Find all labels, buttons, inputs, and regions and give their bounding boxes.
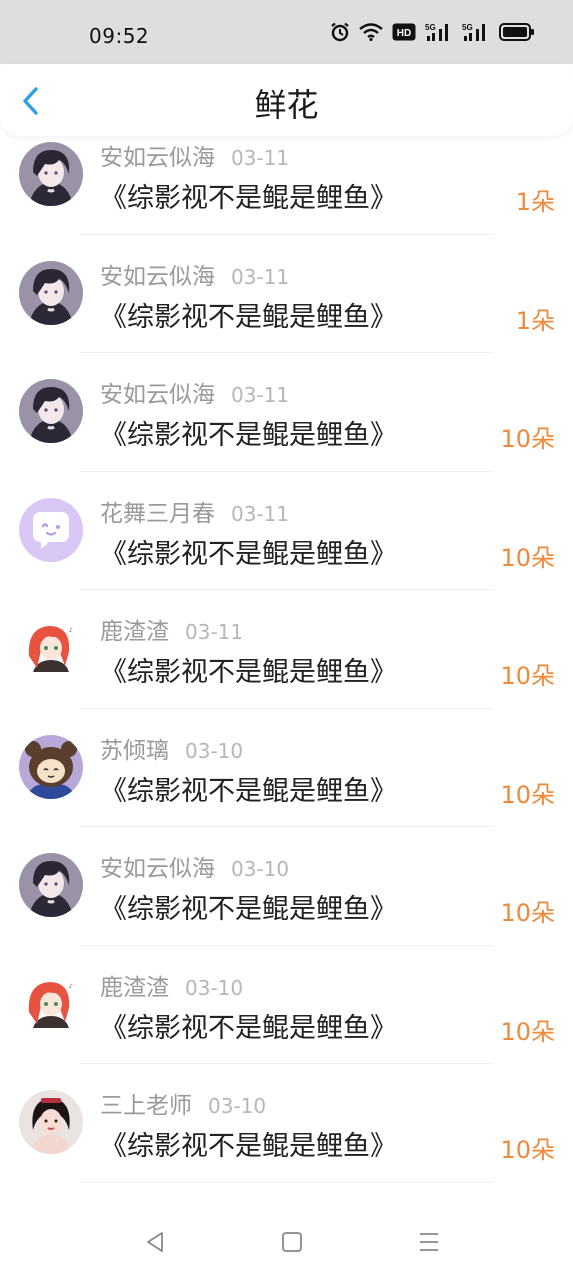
sender-name[interactable]: 鹿渣渣 [100, 612, 169, 646]
book-title[interactable]: 《综影视不是鲲是鲤鱼》 [100, 413, 397, 452]
send-date: 03-11 [231, 383, 290, 407]
list-item[interactable]: ♪ 鹿渣渣 03-10 《综影视不是鲲是鲤鱼》 10朵 [0, 946, 573, 1064]
book-title[interactable]: 《综影视不是鲲是鲤鱼》 [100, 1006, 397, 1045]
send-date: 03-10 [208, 1094, 267, 1118]
sender-line: 安如云似海 03-10 [100, 849, 289, 883]
book-title[interactable]: 《综影视不是鲲是鲤鱼》 [100, 887, 397, 926]
send-date: 03-11 [231, 501, 290, 526]
book-title[interactable]: 《综影视不是鲲是鲤鱼》 [100, 1124, 397, 1163]
sender-line: 鹿渣渣 03-10 [100, 968, 243, 1002]
flower-count: 10朵 [500, 899, 555, 927]
avatar[interactable] [19, 734, 83, 799]
svg-text:5G: 5G [425, 23, 436, 32]
list-item[interactable]: 苏倾璃 03-10 《综影视不是鲲是鲤鱼》 10朵 [0, 709, 573, 827]
list-item[interactable]: 安如云似海 03-10 《综影视不是鲲是鲤鱼》 10朵 [0, 827, 573, 946]
book-title[interactable]: 《综影视不是鲲是鲤鱼》 [100, 295, 397, 334]
list-item[interactable]: 花舞三月春 03-11 《综影视不是鲲是鲤鱼》 10朵 [0, 472, 573, 590]
list-item[interactable]: 安如云似海 03-11 《综影视不是鲲是鲤鱼》 10朵 [0, 353, 573, 472]
sender-line: 安如云似海 03-11 [100, 138, 289, 172]
sender-name[interactable]: 安如云似海 [100, 375, 215, 409]
battery-icon [499, 23, 534, 41]
avatar[interactable] [19, 853, 83, 917]
system-nav-bar [0, 1201, 573, 1280]
flower-count: 10朵 [500, 1017, 555, 1046]
sender-line: 安如云似海 03-11 [100, 375, 289, 409]
book-title[interactable]: 《综影视不是鲲是鲤鱼》 [100, 769, 397, 808]
avatar[interactable] [19, 142, 83, 206]
wifi-icon [359, 23, 383, 41]
send-date: 03-11 [231, 146, 290, 170]
sender-name[interactable]: 苏倾璃 [100, 731, 169, 765]
divider [80, 1181, 493, 1183]
sender-line: 花舞三月春 03-11 [100, 494, 289, 528]
sender-name[interactable]: 鹿渣渣 [100, 968, 169, 1002]
list-item[interactable]: 三上老师 03-10 《综影视不是鲲是鲤鱼》 10朵 [0, 1064, 573, 1183]
signal-5g-icon: 5G [425, 23, 448, 41]
flower-count: 10朵 [500, 543, 555, 572]
flower-count: 10朵 [500, 780, 555, 809]
flower-list: 安如云似海 03-11 《综影视不是鲲是鲤鱼》 1朵 安如云似海 03-11 《综影视不是鲲… [0, 136, 573, 1201]
status-time: 09:52 [89, 24, 150, 48]
svg-text:♪: ♪ [69, 983, 73, 990]
book-title[interactable]: 《综影视不是鲲是鲤鱼》 [100, 532, 397, 571]
flower-count: 1朵 [515, 306, 555, 335]
hd-icon: HD [392, 23, 416, 41]
book-title[interactable]: 《综影视不是鲲是鲤鱼》 [100, 650, 397, 689]
avatar[interactable] [19, 260, 83, 325]
send-date: 03-10 [185, 975, 244, 1000]
avatar[interactable]: ♪ [19, 616, 83, 680]
sender-line: 安如云似海 03-11 [100, 257, 289, 291]
list-item[interactable]: ♪ 鹿渣渣 03-11 《综影视不是鲲是鲤鱼》 10朵 [0, 590, 573, 709]
sender-name[interactable]: 安如云似海 [100, 257, 215, 291]
send-date: 03-10 [185, 738, 244, 763]
flower-count: 10朵 [500, 425, 555, 453]
svg-text:5G: 5G [462, 23, 473, 32]
alarm-icon [331, 22, 349, 42]
header-bar: 鲜花 [0, 64, 573, 136]
sender-name[interactable]: 三上老师 [100, 1086, 192, 1120]
svg-text:HD: HD [397, 28, 411, 39]
avatar[interactable] [19, 497, 83, 562]
back-triangle-icon[interactable] [140, 1227, 170, 1257]
sender-name[interactable]: 安如云似海 [100, 138, 215, 172]
send-date: 03-10 [231, 857, 290, 881]
sender-line: 鹿渣渣 03-11 [100, 612, 243, 646]
list-item[interactable]: 安如云似海 03-11 《综影视不是鲲是鲤鱼》 1朵 [0, 235, 573, 353]
sender-name[interactable]: 花舞三月春 [100, 494, 215, 528]
book-title[interactable]: 《综影视不是鲲是鲤鱼》 [100, 176, 397, 215]
send-date: 03-11 [185, 620, 244, 644]
send-date: 03-11 [231, 264, 290, 289]
sender-line: 苏倾璃 03-10 [100, 731, 243, 765]
status-bar: 09:52 HD 5G 5G [0, 0, 573, 64]
avatar[interactable] [19, 1090, 83, 1154]
menu-lines-icon[interactable] [414, 1227, 444, 1257]
svg-text:♪: ♪ [69, 627, 73, 634]
flower-count: 1朵 [515, 188, 555, 216]
home-square-icon[interactable] [277, 1227, 307, 1257]
flower-count: 10朵 [500, 1136, 555, 1164]
sender-line: 三上老师 03-10 [100, 1086, 266, 1120]
avatar[interactable]: ♪ [19, 971, 83, 1036]
list-item[interactable]: 安如云似海 03-11 《综影视不是鲲是鲤鱼》 1朵 [0, 136, 573, 235]
avatar[interactable] [19, 379, 83, 443]
signal-5g-icon-2: 5G [462, 23, 485, 41]
flower-count: 10朵 [500, 662, 555, 690]
sender-name[interactable]: 安如云似海 [100, 849, 215, 883]
page-title: 鲜花 [254, 86, 319, 124]
